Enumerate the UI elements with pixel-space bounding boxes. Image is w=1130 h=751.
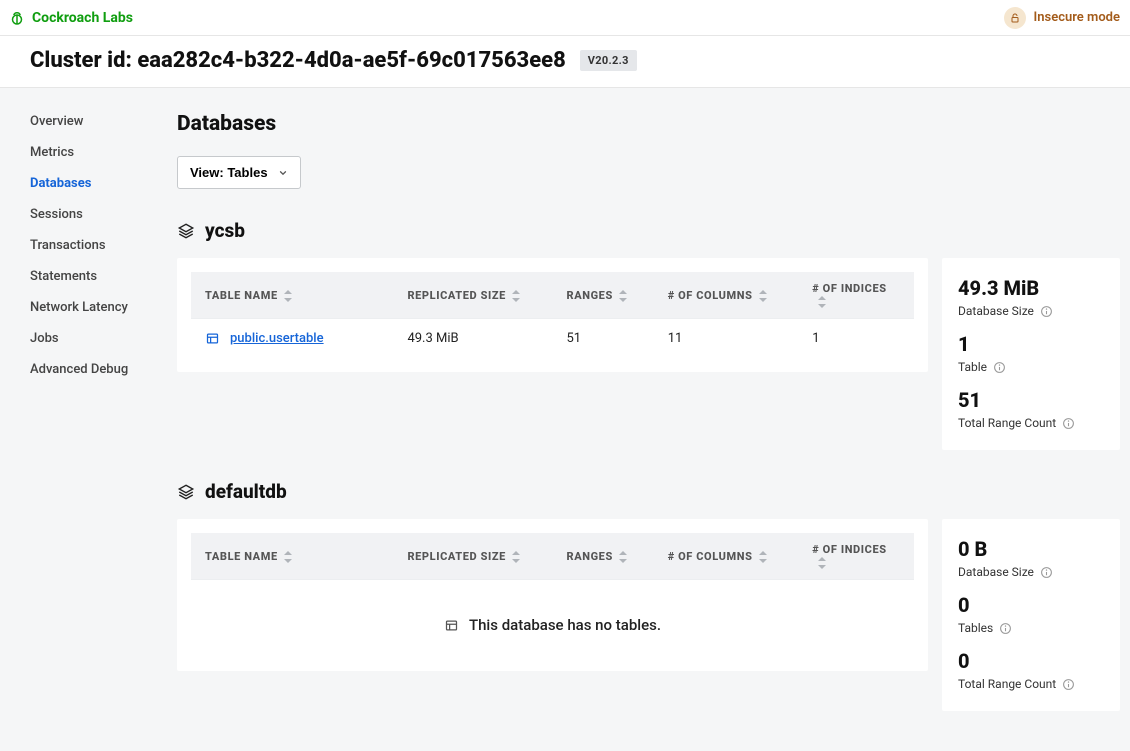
- cell-columns: 11: [654, 319, 799, 359]
- insecure-mode-indicator[interactable]: Insecure mode: [1004, 7, 1120, 29]
- col-indices[interactable]: # of Indices: [798, 272, 914, 319]
- chevron-down-icon: [278, 168, 288, 178]
- col-replicated-size[interactable]: Replicated Size: [393, 533, 552, 580]
- tables-card: Table NameReplicated SizeRanges# of Colu…: [177, 258, 928, 372]
- col-columns[interactable]: # of Columns: [654, 272, 799, 319]
- cell-indices: 1: [798, 319, 914, 359]
- cell-size: 49.3 MiB: [393, 319, 552, 359]
- stat-table-count-value: 0: [958, 593, 1104, 617]
- stat-range-count-value: 0: [958, 649, 1104, 673]
- lock-icon: [1004, 7, 1026, 29]
- tables-card: Table NameReplicated SizeRanges# of Colu…: [177, 519, 928, 671]
- sort-icon[interactable]: [512, 290, 520, 302]
- info-icon[interactable]: [1040, 566, 1053, 579]
- info-icon[interactable]: [1062, 678, 1075, 691]
- sidebar-item-overview[interactable]: Overview: [30, 106, 177, 137]
- cluster-bar: Cluster id: eaa282c4-b322-4d0a-ae5f-69c0…: [0, 36, 1130, 88]
- col-ranges[interactable]: Ranges: [552, 272, 653, 319]
- col-replicated-size[interactable]: Replicated Size: [393, 272, 552, 319]
- sort-icon[interactable]: [759, 290, 767, 302]
- col-table-name[interactable]: Table Name: [191, 272, 393, 319]
- top-bar: Cockroach Labs Insecure mode: [0, 0, 1130, 36]
- sidebar-item-metrics[interactable]: Metrics: [30, 137, 177, 168]
- view-selector-label: View: Tables: [190, 165, 268, 180]
- empty-message: This database has no tables.: [469, 616, 661, 634]
- cockroach-icon: [8, 9, 26, 27]
- stat-range-count-value: 51: [958, 388, 1104, 412]
- sidebar-nav: OverviewMetricsDatabasesSessionsTransact…: [0, 88, 177, 751]
- sidebar-item-sessions[interactable]: Sessions: [30, 199, 177, 230]
- page-title: Databases: [177, 112, 1120, 136]
- stat-db-size-label: Database Size: [958, 304, 1104, 318]
- info-icon[interactable]: [999, 622, 1012, 635]
- info-icon[interactable]: [1062, 417, 1075, 430]
- sort-icon[interactable]: [284, 290, 292, 302]
- database-section-defaultdb: defaultdb Table NameReplicated SizeRanges…: [177, 480, 1120, 711]
- cell-ranges: 51: [552, 319, 653, 359]
- stats-card: 49.3 MiB Database Size 1 Table 51 Total Ran…: [942, 258, 1120, 450]
- sort-icon[interactable]: [619, 290, 627, 302]
- col-columns[interactable]: # of Columns: [654, 533, 799, 580]
- info-icon[interactable]: [1040, 305, 1053, 318]
- version-badge: V20.2.3: [580, 50, 637, 71]
- sidebar-item-transactions[interactable]: Transactions: [30, 230, 177, 261]
- database-section-ycsb: ycsbTable NameReplicated SizeRanges# of …: [177, 219, 1120, 450]
- stat-table-count-label: Table: [958, 360, 1104, 374]
- sidebar-item-statements[interactable]: Statements: [30, 261, 177, 292]
- stat-range-count-label: Total Range Count: [958, 416, 1104, 430]
- sort-icon[interactable]: [512, 551, 520, 563]
- database-name: ycsb: [205, 219, 245, 242]
- table-row: public.usertable49.3 MiB51111: [191, 319, 914, 359]
- stat-db-size-label: Database Size: [958, 565, 1104, 579]
- sidebar-item-advanced-debug[interactable]: Advanced Debug: [30, 354, 177, 385]
- sort-icon[interactable]: [284, 551, 292, 563]
- brand-text: Cockroach Labs: [32, 10, 133, 26]
- table-link[interactable]: public.usertable: [230, 331, 324, 346]
- table-icon: [444, 618, 459, 633]
- sidebar-item-jobs[interactable]: Jobs: [30, 323, 177, 354]
- table-icon: [205, 331, 220, 346]
- col-ranges[interactable]: Ranges: [552, 533, 653, 580]
- stat-table-count-value: 1: [958, 332, 1104, 356]
- col-indices[interactable]: # of Indices: [798, 533, 914, 580]
- stats-card: 0 B Database Size 0 Tables 0 Total Range Co…: [942, 519, 1120, 711]
- insecure-mode-label: Insecure mode: [1034, 10, 1120, 25]
- sidebar-item-network-latency[interactable]: Network Latency: [30, 292, 177, 323]
- stat-db-size-value: 49.3 MiB: [958, 276, 1104, 300]
- sort-icon[interactable]: [759, 551, 767, 563]
- sidebar-item-databases[interactable]: Databases: [30, 168, 177, 199]
- sort-icon[interactable]: [818, 296, 826, 308]
- database-name: defaultdb: [205, 480, 287, 503]
- info-icon[interactable]: [993, 361, 1006, 374]
- cluster-id-title: Cluster id: eaa282c4-b322-4d0a-ae5f-69c0…: [30, 48, 566, 73]
- main-content: Databases View: Tables ycsbTable NameRep…: [177, 88, 1130, 751]
- brand-logo[interactable]: Cockroach Labs: [8, 9, 133, 27]
- empty-row: This database has no tables.: [191, 580, 914, 657]
- stat-table-count-label: Tables: [958, 621, 1104, 635]
- layers-icon: [177, 483, 195, 501]
- stat-db-size-value: 0 B: [958, 537, 1104, 561]
- layers-icon: [177, 222, 195, 240]
- sort-icon[interactable]: [818, 557, 826, 569]
- col-table-name[interactable]: Table Name: [191, 533, 393, 580]
- sort-icon[interactable]: [619, 551, 627, 563]
- view-selector-button[interactable]: View: Tables: [177, 156, 301, 189]
- stat-range-count-label: Total Range Count: [958, 677, 1104, 691]
